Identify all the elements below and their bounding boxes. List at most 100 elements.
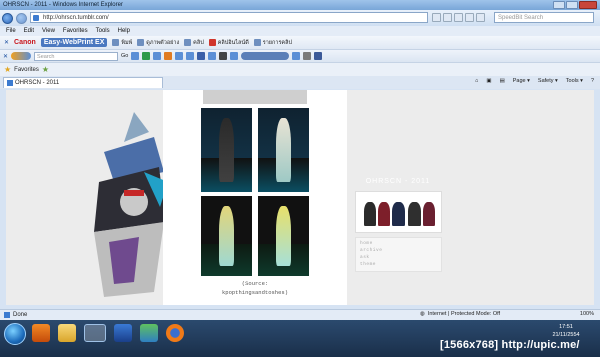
clip-list-icon [253,39,261,46]
clock-date: 21/11/2554 [552,332,580,338]
favorites-bar: ★ Favorites ★ [0,63,600,76]
menu-bar: File Edit View Favorites Tools Help [0,26,600,36]
tumblr-icon [7,80,13,86]
safety-menu[interactable]: Safety ▾ [538,78,558,84]
page-menu[interactable]: Page ▾ [513,78,530,84]
close-toolbar2-icon[interactable]: ✕ [3,53,8,60]
close-button[interactable] [579,1,597,9]
toolbar-icon-3[interactable] [153,52,162,60]
sidebar-group-photo[interactable] [355,191,442,233]
zoom-level[interactable]: 100% [580,311,594,317]
post-photo-3[interactable] [201,196,252,276]
home-icon[interactable]: ⌂ [475,78,478,84]
toolbar-icon-10[interactable] [292,52,301,60]
menu-help[interactable]: Help [118,28,130,34]
security-zone[interactable]: ◍ Internet | Protected Mode: Off [420,311,500,317]
back-icon[interactable] [2,12,13,24]
preview-button[interactable]: ดูภาพตัวอย่าง [137,39,179,47]
post-photo-2[interactable] [258,108,309,192]
link-home[interactable]: home [360,240,437,247]
url-field[interactable]: http://ohrscn.tumblr.com/ [30,12,428,23]
facebook-icon[interactable] [314,52,323,60]
compat-view-icon[interactable] [432,13,441,22]
toolbar-icon-7[interactable] [197,52,206,60]
toolbar-search-input[interactable]: Search [34,51,119,61]
feeds-icon[interactable]: ▣ [486,78,491,84]
title-bar: OHRSCN - 2011 - Windows Internet Explore… [0,0,600,10]
link-theme[interactable]: theme [360,261,437,268]
canon-toolbar: ✕ Canon Easy-WebPrint EX พิมพ์ ดูภาพตัวอ… [0,36,600,50]
status-text: Done [13,312,28,318]
favorites-star-icon[interactable]: ★ [4,65,11,74]
add-favorite-icon[interactable]: ★ [42,65,49,74]
print-icon[interactable]: ▤ [500,78,505,84]
easy-webprint-button[interactable]: Easy-WebPrint EX [40,38,108,47]
globe-icon: ◍ [420,311,425,317]
stop-icon[interactable] [454,13,463,22]
maximize-button[interactable] [566,1,578,9]
status-bar: Done ◍ Internet | Protected Mode: Off 10… [0,309,600,320]
media-player-icon[interactable] [32,324,50,342]
sidebar-links: home archive ask theme [355,237,442,272]
go-button[interactable]: Go [121,53,128,59]
messenger-icon[interactable] [140,324,158,342]
toolbar-icon-8[interactable] [208,52,217,60]
print-button[interactable]: พิมพ์ [112,39,132,47]
post-image-top[interactable] [203,90,307,104]
link-archive[interactable]: archive [360,247,437,254]
menu-edit[interactable]: Edit [24,28,34,34]
toolbar-icon-1[interactable] [131,52,140,60]
toolbar-icon-4[interactable] [164,52,173,60]
close-toolbar-icon[interactable]: ✕ [4,39,9,46]
clip-inline-button[interactable]: คลิปอินไลน์ดี [208,39,249,47]
start-button[interactable] [4,323,26,345]
word-icon[interactable] [114,324,132,342]
watermark-text: [1566x768] http://upic.me/ [440,339,580,351]
menu-view[interactable]: View [42,28,55,34]
clock-time: 17:51 [559,324,573,330]
explorer-folder-icon[interactable] [58,324,76,342]
clip-inline-icon [208,39,216,46]
post-photo-1[interactable] [201,108,252,192]
rss-icon[interactable] [465,13,474,22]
minimize-button[interactable] [553,1,565,9]
tab-ohrscn[interactable]: OHRSCN - 2011 [3,77,163,88]
toolbar-icon-5[interactable] [175,52,184,60]
menu-file[interactable]: File [6,28,16,34]
caption-source: (Source: [241,280,269,287]
favorites-label[interactable]: Favorites [14,67,39,73]
command-bar: ⌂ ▣ ▤ Page ▾ Safety ▾ Tools ▾ ? [475,78,594,84]
radio-dropdown[interactable] [241,52,290,60]
internet-explorer-icon[interactable] [84,324,106,342]
firefox-icon[interactable] [166,324,184,342]
mail-icon[interactable] [219,52,228,60]
speedbit-search-field[interactable]: SpeedBit Search [494,12,594,23]
clip-list-button[interactable]: รายการคลิป [253,39,292,47]
system-clock[interactable]: 17:51 21/11/2554 [536,323,596,339]
blog-title[interactable]: OHRSCN - 2011 [354,178,442,185]
page-viewport[interactable]: (Source: kpopthingsandtoshes) OHRSCN - 2… [6,90,594,305]
menu-tools[interactable]: Tools [96,28,110,34]
forward-icon[interactable] [16,12,27,24]
toolbar-icon-2[interactable] [142,52,151,60]
window-title: OHRSCN - 2011 - Windows Internet Explore… [3,2,123,8]
toolbar-icon-11[interactable] [303,52,312,60]
refresh-icon[interactable] [443,13,452,22]
search-toolbar: ✕ Search Go [0,50,600,63]
window-controls [553,1,597,9]
post-photo-4[interactable] [258,196,309,276]
toolbar-icon-6[interactable] [186,52,195,60]
tools-menu[interactable]: Tools ▾ [566,78,583,84]
speedbit-icon[interactable] [476,13,485,22]
link-ask[interactable]: ask [360,254,437,261]
help-menu[interactable]: ? [591,78,594,84]
caption-credit[interactable]: kpopthingsandtoshes) [163,289,347,296]
printer-icon [112,39,120,46]
clip-icon [184,39,192,46]
menu-favorites[interactable]: Favorites [63,28,88,34]
address-tools [432,13,485,22]
zone-text: Internet | Protected Mode: Off [427,311,501,317]
clip-button[interactable]: คลิป [184,39,204,47]
toolbar-icon-9[interactable] [230,52,239,60]
browser-window: OHRSCN - 2011 - Windows Internet Explore… [0,0,600,357]
